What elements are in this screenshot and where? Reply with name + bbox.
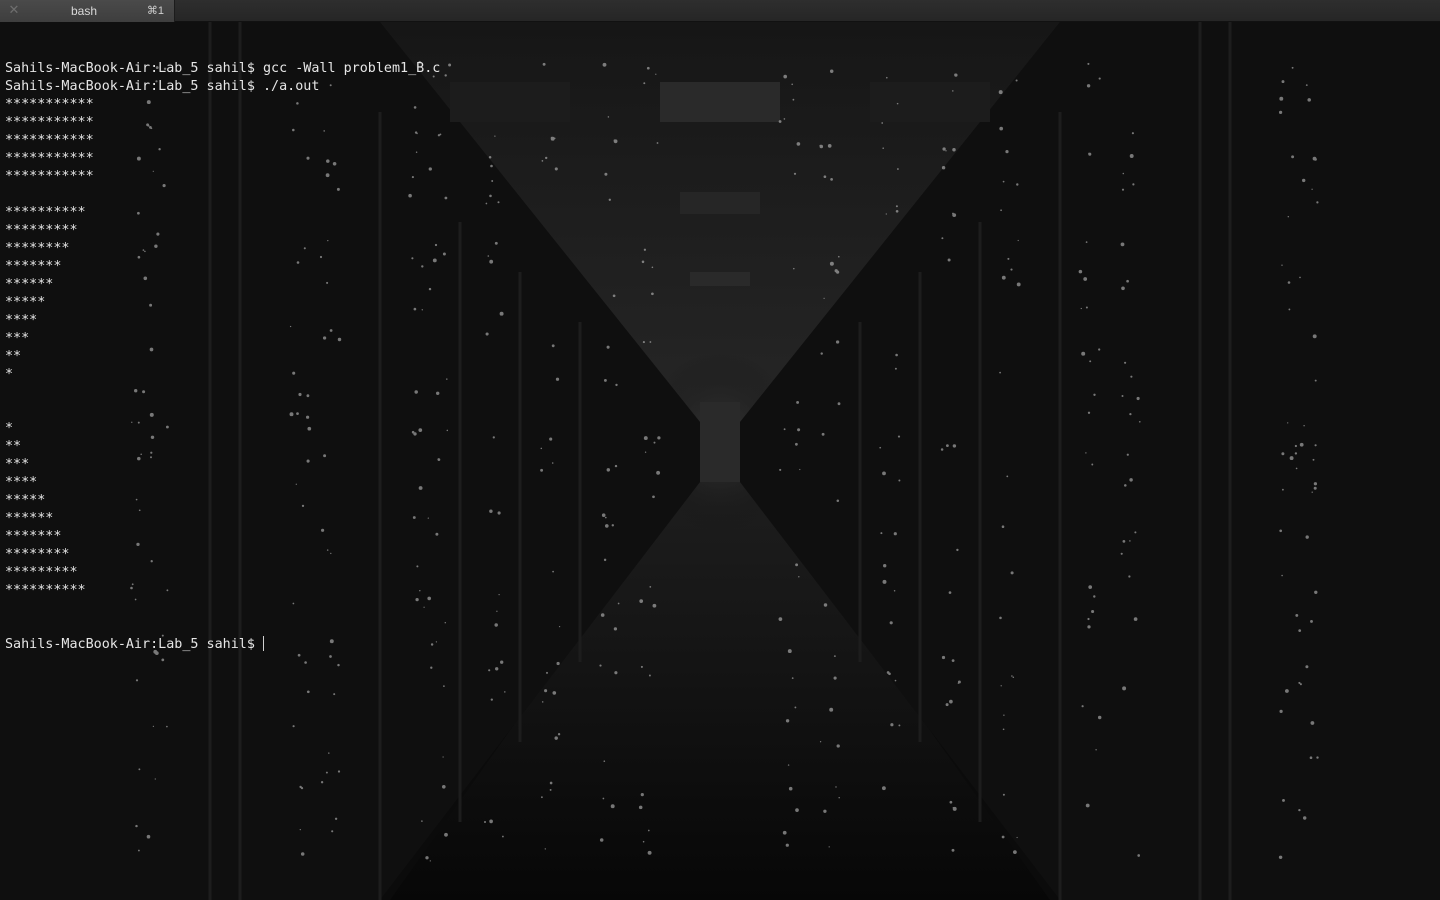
output-line: ******** (5, 547, 70, 562)
text-cursor (262, 636, 264, 651)
output-line: ********** (5, 583, 86, 598)
output-line: **** (5, 313, 38, 328)
output-line: ****** (5, 511, 54, 526)
tab-bash[interactable]: ✕ bash ⌘1 (0, 0, 175, 22)
output-line: ********* (5, 223, 78, 238)
output-line: *********** (5, 115, 94, 130)
output-line: *** (5, 457, 30, 472)
terminal-output[interactable]: Sahils-MacBook-Air:Lab_5 sahil$ gcc -Wal… (5, 24, 1435, 894)
terminal-window: ✕ bash ⌘1 Sahils-MacBook-Air:Lab_5 sahil… (0, 0, 1440, 900)
output-line: Sahils-MacBook-Air:Lab_5 sahil$ ./a.out (5, 79, 320, 94)
output-line: ******* (5, 529, 62, 544)
shell-prompt: Sahils-MacBook-Air:Lab_5 sahil$ (5, 637, 255, 652)
output-lines: Sahils-MacBook-Air:Lab_5 sahil$ gcc -Wal… (5, 60, 1435, 600)
output-line: ****** (5, 277, 54, 292)
output-line: ******* (5, 259, 62, 274)
output-line: Sahils-MacBook-Air:Lab_5 sahil$ gcc -Wal… (5, 61, 441, 76)
output-line: ***** (5, 295, 46, 310)
output-line: *********** (5, 97, 94, 112)
output-line: *********** (5, 151, 94, 166)
output-line: ********* (5, 565, 78, 580)
output-line: ******** (5, 241, 70, 256)
tab-shortcut: ⌘1 (146, 5, 164, 17)
output-line: *** (5, 331, 30, 346)
tab-title: bash (70, 4, 98, 18)
output-line: *********** (5, 169, 94, 184)
tab-bar: ✕ bash ⌘1 (0, 0, 1440, 22)
output-line: *********** (5, 133, 94, 148)
output-line: ** (5, 439, 22, 454)
output-line: * (5, 367, 14, 382)
output-line: **** (5, 475, 38, 490)
output-line: ***** (5, 493, 46, 508)
output-line: ********** (5, 205, 86, 220)
command-prompt-line[interactable]: Sahils-MacBook-Air:Lab_5 sahil$ (5, 636, 1435, 654)
output-line: * (5, 421, 14, 436)
output-line: ** (5, 349, 22, 364)
